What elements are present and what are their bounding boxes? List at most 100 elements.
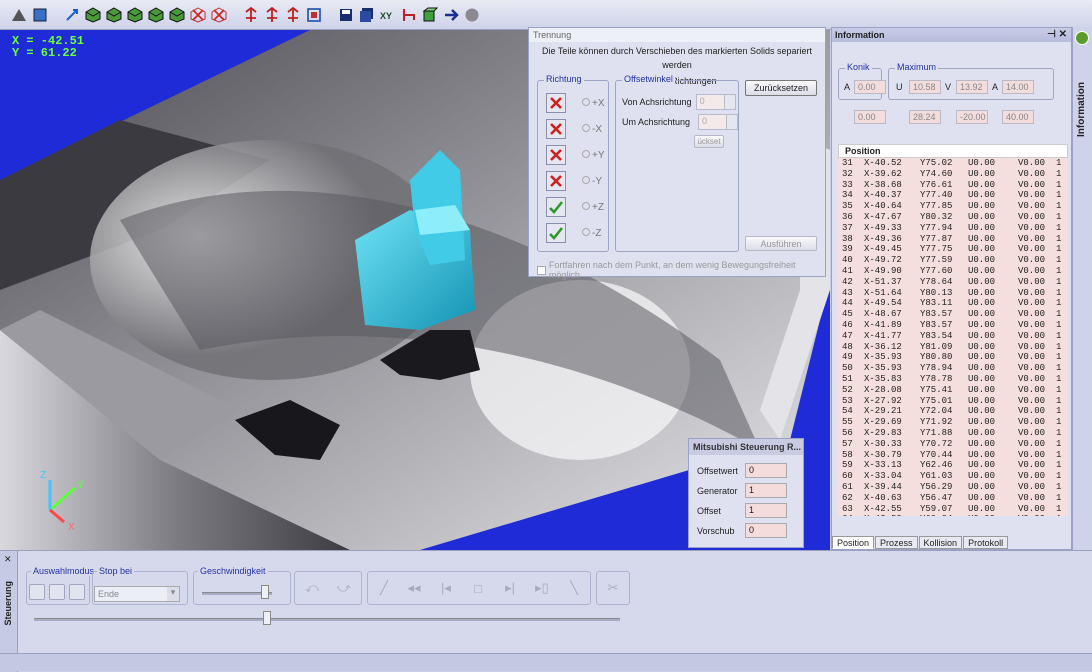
cube-view-icon[interactable] (168, 6, 186, 24)
blocked-x-icon[interactable] (546, 93, 566, 113)
sheet-icon[interactable] (31, 6, 49, 24)
information-side-tab[interactable]: Information (1072, 27, 1092, 550)
position-row[interactable]: 55 X-29.69 Y71.92 U0.00 V0.00 1 (838, 417, 1068, 428)
um-achsrichtung-spinner[interactable]: 0 (698, 114, 738, 130)
position-row[interactable]: 38 X-49.36 Y77.87 U0.00 V0.00 1 (838, 234, 1068, 245)
position-row[interactable]: 37 X-49.33 Y77.94 U0.00 V0.00 1 (838, 223, 1068, 234)
position-row[interactable]: 44 X-49.54 Y83.11 U0.00 V0.00 1 (838, 298, 1068, 309)
position-row[interactable]: 49 X-35.93 Y80.80 U0.00 V0.00 1 (838, 352, 1068, 363)
stop-bei-select[interactable]: Ende (94, 586, 180, 602)
mitsubishi-field-input[interactable]: 0 (745, 463, 787, 478)
position-row[interactable]: 50 X-35.93 Y78.94 U0.00 V0.00 1 (838, 363, 1068, 374)
position-row[interactable]: 48 X-36.12 Y81.09 U0.00 V0.00 1 (838, 342, 1068, 353)
stop-icon[interactable]: □ (464, 573, 492, 603)
direction-radio[interactable]: +Y (582, 149, 605, 161)
direction-radio[interactable]: -X (582, 123, 602, 135)
position-row[interactable]: 52 X-28.08 Y75.41 U0.00 V0.00 1 (838, 385, 1068, 396)
position-row[interactable]: 59 X-33.13 Y62.46 U0.00 V0.00 1 (838, 460, 1068, 471)
step-prev-icon[interactable]: |◂ (432, 573, 460, 603)
tab-kollision[interactable]: Kollision (918, 536, 963, 549)
pan-icon[interactable] (63, 6, 81, 24)
reset-small-button[interactable]: ückset (694, 135, 724, 148)
position-row[interactable]: 63 X-42.55 Y59.07 U0.00 V0.00 1 (838, 504, 1068, 515)
select-mode-2-button[interactable] (49, 584, 65, 600)
select-mode-3-button[interactable] (69, 584, 85, 600)
radio-circle[interactable] (582, 97, 590, 106)
cube-view-icon[interactable] (84, 6, 102, 24)
radio-circle[interactable] (582, 149, 590, 158)
progress-slider-track[interactable] (34, 618, 620, 621)
position-row[interactable]: 57 X-30.33 Y70.72 U0.00 V0.00 1 (838, 439, 1068, 450)
fortfahren-checkbox-row[interactable]: Fortfahren nach dem Punkt, an dem wenig … (537, 260, 825, 280)
move-icon[interactable] (242, 6, 260, 24)
sphere-icon[interactable] (463, 6, 481, 24)
tab-prozess[interactable]: Prozess (875, 536, 918, 549)
direction-radio[interactable]: +Z (582, 201, 604, 213)
radio-circle[interactable] (582, 227, 590, 236)
close-icon[interactable]: ✕ (4, 554, 12, 565)
save-all-icon[interactable] (358, 6, 376, 24)
pin-close-icon[interactable]: ⊣ ✕ (1047, 29, 1067, 40)
position-row[interactable]: 41 X-49.90 Y77.60 U0.00 V0.00 1 (838, 266, 1068, 277)
direction-radio[interactable]: -Z (582, 227, 601, 239)
cube-view-icon[interactable] (147, 6, 165, 24)
cancel-action-icon[interactable]: ✂ (599, 573, 627, 603)
position-row[interactable]: 32 X-39.62 Y74.60 U0.00 V0.00 1 (838, 169, 1068, 180)
radio-circle[interactable] (582, 123, 590, 132)
position-row[interactable]: 39 X-49.45 Y77.75 U0.00 V0.00 1 (838, 244, 1068, 255)
zuruecksetzen-button[interactable]: Zurücksetzen (745, 80, 817, 96)
arrow-icon[interactable] (442, 6, 460, 24)
position-row[interactable]: 33 X-38.68 Y76.61 U0.00 V0.00 1 (838, 180, 1068, 191)
allowed-check-icon[interactable] (546, 197, 566, 217)
radio-circle[interactable] (582, 175, 590, 184)
position-row[interactable]: 47 X-41.77 Y83.54 U0.00 V0.00 1 (838, 331, 1068, 342)
direction-radio[interactable]: -Y (582, 175, 602, 187)
go-end-icon[interactable]: ╲ (560, 573, 588, 603)
von-achsrichtung-spinner[interactable]: 0 (695, 94, 736, 110)
position-row[interactable]: 46 X-41.89 Y83.57 U0.00 V0.00 1 (838, 320, 1068, 331)
save-icon[interactable] (337, 6, 355, 24)
position-row[interactable]: 34 X-40.37 Y77.40 U0.00 V0.00 1 (838, 190, 1068, 201)
go-start-icon[interactable]: ╱ (370, 573, 398, 603)
position-row[interactable]: 64X-42.58Y60.04U0.00V0.001 (838, 514, 1068, 516)
position-row[interactable]: 61 X-39.44 Y56.29 U0.00 V0.00 1 (838, 482, 1068, 493)
position-list[interactable]: 31 X-40.52 Y75.02 U0.00 V0.00 1 32 X-39.62 Y74.6… (838, 158, 1068, 516)
tab-protokoll[interactable]: Protokoll (963, 536, 1009, 549)
move-icon[interactable] (263, 6, 281, 24)
mitsubishi-field-input[interactable]: 1 (745, 483, 787, 498)
speed-slider-thumb[interactable] (261, 585, 270, 599)
fortfahren-checkbox[interactable] (537, 265, 546, 275)
blocked-x-icon[interactable] (546, 119, 566, 139)
ausfuehren-button[interactable]: Ausführen (745, 236, 817, 251)
position-row[interactable]: 54 X-29.21 Y72.04 U0.00 V0.00 1 (838, 406, 1068, 417)
step-next-icon[interactable]: ▸| (496, 573, 524, 603)
position-row[interactable]: 43 X-51.64 Y80.13 U0.00 V0.00 1 (838, 288, 1068, 299)
direction-radio[interactable]: +X (582, 97, 605, 109)
move-icon[interactable] (284, 6, 302, 24)
position-row[interactable]: 62 X-40.63 Y56.47 U0.00 V0.00 1 (838, 493, 1068, 504)
position-row[interactable]: 56 X-29.83 Y71.88 U0.00 V0.00 1 (838, 428, 1068, 439)
fast-forward-icon[interactable]: ▸▯ (528, 573, 556, 603)
position-row[interactable]: 53 X-27.92 Y75.01 U0.00 V0.00 1 (838, 396, 1068, 407)
tab-position[interactable]: Position (832, 536, 875, 549)
position-row[interactable]: 58 X-30.79 Y70.44 U0.00 V0.00 1 (838, 450, 1068, 461)
step-back-icon[interactable]: ⤺ (298, 573, 326, 603)
cube-view-icon[interactable] (126, 6, 144, 24)
triangle-icon[interactable] (10, 6, 28, 24)
position-row[interactable]: 31 X-40.52 Y75.02 U0.00 V0.00 1 (838, 158, 1068, 169)
allowed-check-icon[interactable] (546, 223, 566, 243)
fit-icon[interactable] (305, 6, 323, 24)
cube-x-icon[interactable] (210, 6, 228, 24)
mitsubishi-field-input[interactable]: 1 (745, 503, 787, 518)
position-row[interactable]: 51 X-35.83 Y78.78 U0.00 V0.00 1 (838, 374, 1068, 385)
rewind-icon[interactable]: ◂◂ (400, 573, 428, 603)
progress-slider-thumb[interactable] (262, 611, 271, 625)
step-forward-icon[interactable]: ⤻ (330, 573, 358, 603)
box-icon[interactable] (421, 6, 439, 24)
position-row[interactable]: 45 X-48.67 Y83.57 U0.00 V0.00 1 (838, 309, 1068, 320)
position-row[interactable]: 60 X-33.04 Y61.03 U0.00 V0.00 1 (838, 471, 1068, 482)
radio-circle[interactable] (582, 201, 590, 210)
tool-icon[interactable] (400, 6, 418, 24)
xy-icon[interactable]: XY (379, 6, 397, 24)
cube-view-icon[interactable] (105, 6, 123, 24)
